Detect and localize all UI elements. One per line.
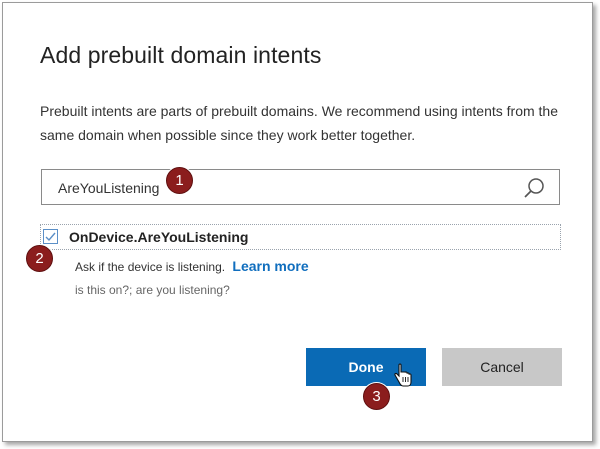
- search-input-value[interactable]: AreYouListening: [58, 180, 159, 196]
- checkmark-icon: [45, 232, 56, 242]
- intent-description: Ask if the device is listening. Learn mo…: [75, 258, 309, 274]
- intent-description-text: Ask if the device is listening.: [75, 260, 226, 274]
- intent-examples: is this on?; are you listening?: [75, 283, 230, 297]
- learn-more-link[interactable]: Learn more: [232, 258, 308, 274]
- callout-badge-2: 2: [26, 245, 53, 272]
- intent-name: OnDevice.AreYouListening: [69, 229, 249, 245]
- callout-badge-3: 3: [363, 383, 390, 410]
- intent-checkbox[interactable]: [43, 229, 58, 244]
- dialog-description: Prebuilt intents are parts of prebuilt d…: [40, 103, 558, 143]
- dialog-title: Add prebuilt domain intents: [40, 42, 322, 68]
- dialog: Add prebuilt domain intents Prebuilt int…: [2, 2, 593, 442]
- callout-badge-1: 1: [166, 167, 193, 194]
- intent-list-item[interactable]: OnDevice.AreYouListening: [40, 224, 561, 250]
- search-icon[interactable]: [523, 177, 545, 199]
- search-input[interactable]: AreYouListening: [41, 169, 560, 205]
- hand-pointer-icon: [394, 363, 412, 387]
- cancel-button[interactable]: Cancel: [442, 348, 562, 386]
